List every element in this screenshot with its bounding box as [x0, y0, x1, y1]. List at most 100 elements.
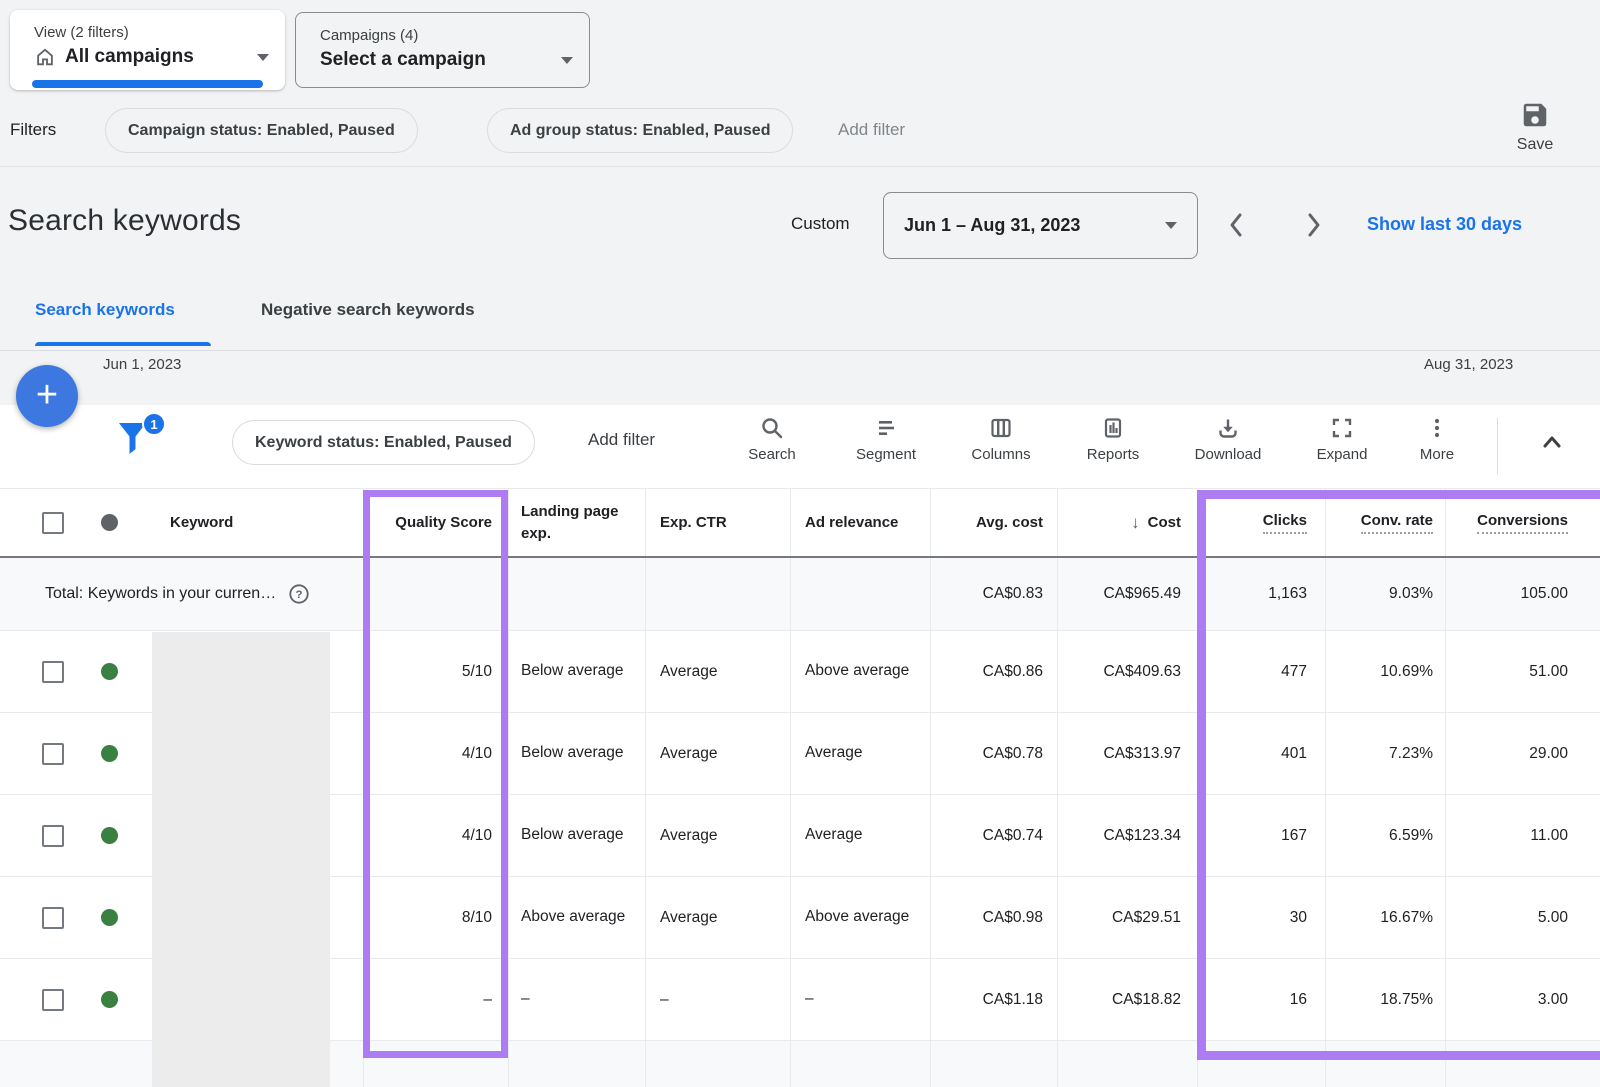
- header-clicks[interactable]: Clicks: [1197, 489, 1325, 556]
- landing-page-exp-cell: Below average: [508, 631, 645, 712]
- chevron-down-icon: [1165, 222, 1177, 229]
- row-checkbox[interactable]: [42, 989, 64, 1011]
- conversions-cell: 3.00: [1445, 959, 1600, 1040]
- chevron-down-icon: [561, 57, 573, 64]
- view-selector-value: All campaigns: [65, 46, 194, 68]
- redacted-keywords-block: [152, 632, 330, 1087]
- columns-button[interactable]: Columns: [956, 416, 1046, 463]
- download-icon: [1183, 416, 1273, 440]
- quality-score-cell: –: [363, 959, 508, 1040]
- cost-cell: CA$18.82: [1057, 959, 1197, 1040]
- quality-score-cell: 4/10: [363, 713, 508, 794]
- conv-rate-cell: 16.67%: [1325, 877, 1445, 958]
- date-range-value: Jun 1 – Aug 31, 2023: [904, 215, 1080, 236]
- header-quality-score[interactable]: Quality Score: [363, 489, 508, 556]
- exp-ctr-cell: Average: [645, 713, 790, 794]
- header-avg-cost[interactable]: Avg. cost: [930, 489, 1057, 556]
- table-header-row: Keyword Quality Score Landing page exp. …: [0, 488, 1600, 558]
- total-cost: CA$965.49: [1057, 558, 1197, 630]
- conversions-cell: 51.00: [1445, 631, 1600, 712]
- header-cost-sorted[interactable]: ↓Cost: [1057, 489, 1197, 556]
- tab-negative-search-keywords[interactable]: Negative search keywords: [261, 300, 475, 320]
- clicks-cell: 30: [1197, 877, 1325, 958]
- adgroup-status-filter-chip[interactable]: Ad group status: Enabled, Paused: [487, 108, 793, 153]
- clicks-cell: 16: [1197, 959, 1325, 1040]
- status-column-icon: [101, 514, 118, 531]
- add-keyword-fab[interactable]: +: [16, 365, 78, 427]
- exp-ctr-cell: Average: [645, 877, 790, 958]
- row-checkbox[interactable]: [42, 907, 64, 929]
- more-button[interactable]: More: [1392, 416, 1482, 463]
- quality-score-cell: 4/10: [363, 795, 508, 876]
- filter-funnel-button[interactable]: 1: [116, 418, 164, 470]
- show-last-30-days-link[interactable]: Show last 30 days: [1367, 214, 1522, 235]
- timeline-end-date: Aug 31, 2023: [1424, 356, 1513, 373]
- campaign-selector[interactable]: Campaigns (4) Select a campaign: [295, 12, 590, 88]
- add-filter-link[interactable]: Add filter: [838, 120, 905, 140]
- header-ad-relevance[interactable]: Ad relevance: [790, 489, 930, 556]
- row-checkbox[interactable]: [42, 825, 64, 847]
- reports-button[interactable]: Reports: [1068, 416, 1158, 463]
- ad-relevance-cell: Above average: [790, 631, 930, 712]
- download-button[interactable]: Download: [1183, 416, 1273, 463]
- campaign-status-filter-chip[interactable]: Campaign status: Enabled, Paused: [105, 108, 418, 153]
- landing-page-exp-cell: Above average: [508, 877, 645, 958]
- header-exp-ctr[interactable]: Exp. CTR: [645, 489, 790, 556]
- next-period-button[interactable]: [1300, 210, 1326, 240]
- header-conversions[interactable]: Conversions: [1445, 489, 1600, 556]
- previous-period-button[interactable]: [1224, 210, 1250, 240]
- row-checkbox[interactable]: [42, 743, 64, 765]
- landing-page-exp-cell: –: [508, 959, 645, 1040]
- landing-page-exp-cell: Below average: [508, 713, 645, 794]
- conv-rate-cell: 10.69%: [1325, 631, 1445, 712]
- collapse-table-chevron[interactable]: [1538, 430, 1566, 454]
- total-conversions: 105.00: [1445, 558, 1600, 630]
- save-button[interactable]: Save: [1500, 100, 1570, 154]
- timeline-start-date: Jun 1, 2023: [103, 356, 181, 373]
- clicks-cell: 477: [1197, 631, 1325, 712]
- expand-button[interactable]: Expand: [1297, 416, 1387, 463]
- date-range-selector[interactable]: Jun 1 – Aug 31, 2023: [883, 192, 1198, 259]
- avg-cost-cell: CA$0.78: [930, 713, 1057, 794]
- view-selector[interactable]: View (2 filters) All campaigns: [10, 10, 285, 90]
- campaign-selector-value: Select a campaign: [320, 49, 486, 71]
- conv-rate-cell: 18.75%: [1325, 959, 1445, 1040]
- keyword-status-chip[interactable]: Keyword status: Enabled, Paused: [232, 420, 535, 465]
- more-icon: [1392, 416, 1482, 440]
- header-keyword[interactable]: Keyword: [138, 489, 363, 556]
- search-icon: [727, 416, 817, 440]
- avg-cost-cell: CA$0.74: [930, 795, 1057, 876]
- plus-icon: +: [36, 376, 58, 414]
- reports-icon: [1068, 416, 1158, 440]
- clicks-cell: 167: [1197, 795, 1325, 876]
- row-checkbox[interactable]: [42, 661, 64, 683]
- tab-search-keywords[interactable]: Search keywords: [35, 300, 175, 320]
- status-enabled-icon: [101, 827, 118, 844]
- quality-score-cell: 8/10: [363, 877, 508, 958]
- date-mode-label: Custom: [791, 214, 850, 234]
- status-enabled-icon: [101, 991, 118, 1008]
- status-enabled-icon: [101, 663, 118, 680]
- total-clicks: 1,163: [1197, 558, 1325, 630]
- search-button[interactable]: Search: [727, 416, 817, 463]
- sort-descending-icon: ↓: [1131, 513, 1140, 533]
- ad-relevance-cell: Average: [790, 713, 930, 794]
- help-icon[interactable]: ?: [288, 583, 310, 605]
- status-enabled-icon: [101, 745, 118, 762]
- cost-cell: CA$409.63: [1057, 631, 1197, 712]
- header-conv-rate[interactable]: Conv. rate: [1325, 489, 1445, 556]
- save-label: Save: [1500, 136, 1570, 154]
- status-enabled-icon: [101, 909, 118, 926]
- chevron-down-icon: [257, 54, 269, 61]
- page-title: Search keywords: [8, 204, 241, 238]
- avg-cost-cell: CA$0.98: [930, 877, 1057, 958]
- expand-icon: [1297, 416, 1387, 440]
- divider: [0, 166, 1600, 167]
- segment-button[interactable]: Segment: [841, 416, 931, 463]
- select-all-checkbox[interactable]: [42, 512, 64, 534]
- add-filter-link-toolbar[interactable]: Add filter: [588, 430, 655, 450]
- cost-cell: CA$29.51: [1057, 877, 1197, 958]
- total-avg-cost: CA$0.83: [930, 558, 1057, 630]
- header-landing-page-exp[interactable]: Landing page exp.: [508, 489, 645, 556]
- ad-relevance-cell: Average: [790, 795, 930, 876]
